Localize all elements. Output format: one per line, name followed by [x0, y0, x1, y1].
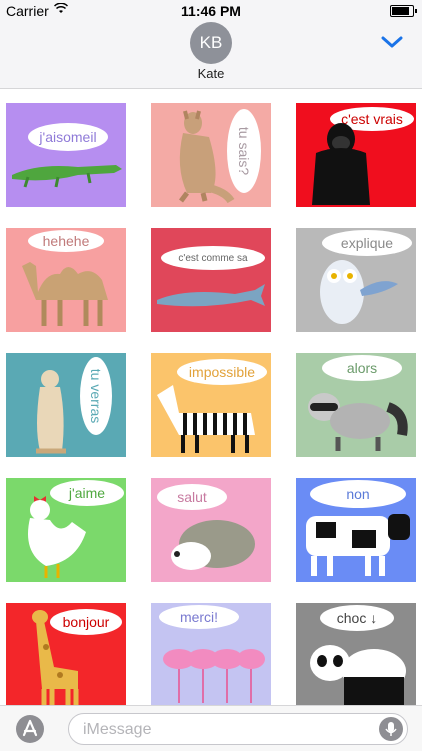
- sticker-whale[interactable]: c'est comme sa: [151, 228, 271, 332]
- sticker-label: j'aisomeil: [39, 129, 97, 145]
- hedgehog-illustration: [171, 520, 255, 570]
- flamingos-illustration: [163, 649, 265, 703]
- imessage-field[interactable]: [68, 713, 408, 745]
- sticker-label: hehehe: [42, 233, 90, 249]
- gorilla-illustration: [312, 123, 370, 205]
- sticker-label: explique: [340, 235, 394, 251]
- crocodile-illustration: [12, 165, 122, 188]
- speech-bubble: alors: [322, 355, 402, 381]
- sticker-rooster[interactable]: j'aime: [6, 478, 126, 582]
- sticker-cow[interactable]: non: [296, 478, 416, 582]
- speech-bubble: j'aisomeil: [28, 123, 108, 151]
- speech-bubble: salut: [157, 484, 227, 510]
- sticker-gorilla[interactable]: c'est vrais: [296, 103, 416, 207]
- kangaroo-illustration: [179, 110, 235, 203]
- contact-name[interactable]: Kate: [0, 66, 422, 81]
- speech-bubble: c'est comme sa: [161, 246, 265, 270]
- speech-bubble: hehehe: [28, 230, 104, 252]
- speech-bubble: choc ↓: [320, 605, 394, 631]
- speech-bubble: tu verras: [80, 357, 112, 435]
- sticker-raccoon[interactable]: alors: [296, 353, 416, 457]
- message-input-bar: [0, 705, 422, 751]
- imessage-input[interactable]: [81, 720, 365, 740]
- battery-icon: [390, 5, 417, 17]
- avatar[interactable]: KB: [190, 22, 232, 64]
- camel-illustration: [22, 262, 108, 326]
- sticker-camel[interactable]: hehehe: [6, 228, 126, 332]
- sticker-flamingos[interactable]: merci!: [151, 603, 271, 705]
- meerkat-illustration: [36, 370, 66, 454]
- sticker-label: tu sais?: [236, 126, 252, 176]
- sticker-panda[interactable]: choc ↓: [296, 603, 416, 705]
- chevron-down-icon[interactable]: [380, 30, 404, 54]
- sticker-label: alors: [346, 360, 378, 376]
- whale-illustration: [157, 284, 265, 307]
- sticker-giraffe[interactable]: bonjour: [6, 603, 126, 705]
- zebra-illustration: [157, 385, 255, 453]
- sticker-label: choc ↓: [336, 610, 378, 626]
- speech-bubble: merci!: [159, 605, 239, 629]
- sticker-owl[interactable]: explique: [296, 228, 416, 332]
- raccoon-illustration: [308, 393, 408, 451]
- sticker-zebra[interactable]: impossible: [151, 353, 271, 457]
- sticker-label: c'est comme sa: [178, 252, 248, 264]
- sticker-crocodile[interactable]: j'aisomeil: [6, 103, 126, 207]
- status-bar: Carrier 11:46 PM: [0, 0, 422, 22]
- owl-illustration: [320, 260, 398, 324]
- sticker-meerkat[interactable]: tu verras: [6, 353, 126, 457]
- sticker-label: salut: [177, 489, 207, 505]
- microphone-icon[interactable]: [379, 717, 403, 741]
- speech-bubble: non: [310, 480, 406, 508]
- sticker-hedgehog[interactable]: salut: [151, 478, 271, 582]
- sticker-kangaroo[interactable]: tu sais?: [151, 103, 271, 207]
- app-store-icon[interactable]: [16, 715, 44, 743]
- clock: 11:46 PM: [181, 3, 241, 19]
- sticker-label: non: [346, 486, 370, 502]
- cow-illustration: [306, 514, 410, 576]
- panda-illustration: [310, 645, 406, 705]
- sticker-bg: [151, 228, 271, 332]
- sticker-grid: j'aisomeil tu sais? c'est vrais hehehe c…: [0, 89, 422, 705]
- conversation-header: Carrier 11:46 PM KB Kate: [0, 0, 422, 89]
- rooster-illustration: [28, 496, 86, 578]
- giraffe-illustration: [32, 610, 79, 705]
- sticker-label: merci!: [179, 609, 219, 625]
- sticker-label: tu verras: [88, 368, 104, 424]
